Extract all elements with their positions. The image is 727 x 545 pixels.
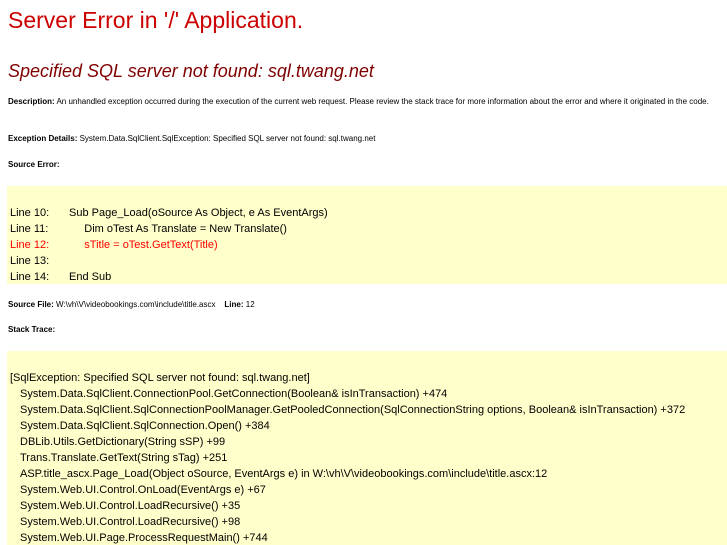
error-heading: Specified SQL server not found: sql.twan…: [8, 61, 374, 81]
line-label: Line:: [224, 300, 244, 309]
source-line: Line 13:: [10, 253, 69, 269]
stack-trace-box: [SqlException: Specified SQL server not …: [7, 351, 727, 545]
stack-trace-line: System.Data.SqlClient.ConnectionPool.Get…: [20, 388, 448, 400]
source-line: Line 10: Sub Page_Load(oSource As Object,…: [10, 205, 328, 221]
source-code-box: Line 10: Sub Page_Load(oSource As Object,…: [7, 186, 727, 284]
stack-trace-line: Trans.Translate.GetText(String sTag) +25…: [20, 452, 228, 464]
source-error-label: Source Error:: [8, 160, 60, 169]
source-line-number: Line 13:: [10, 255, 50, 267]
description-label: Description:: [8, 97, 55, 106]
stack-trace-section: Stack Trace:: [8, 324, 55, 336]
source-line-number: Line 10:: [10, 207, 50, 219]
source-line-error: Line 12: sTitle = oTest.GetText(Title): [10, 237, 218, 253]
source-line-number: Line 14:: [10, 271, 50, 283]
source-error-section: Source Error:: [8, 159, 60, 171]
stack-trace-line: System.Data.SqlClient.SqlConnection.Open…: [20, 420, 270, 432]
stack-trace-line: ASP.title_ascx.Page_Load(Object oSource,…: [20, 468, 548, 480]
line-number: 12: [243, 300, 255, 309]
stack-trace-line: System.Data.SqlClient.SqlConnectionPoolM…: [20, 404, 686, 416]
source-file-path: W:\vh\V\videobookings.com\include\title.…: [53, 300, 216, 309]
exception-details: Exception Details: System.Data.SqlClient…: [8, 133, 375, 145]
source-line-code: sTitle = oTest.GetText(Title): [69, 239, 218, 251]
stack-trace-label: Stack Trace:: [8, 325, 56, 334]
source-line-code: End Sub: [69, 271, 112, 283]
stack-trace-line: System.Web.UI.Control.LoadRecursive() +9…: [20, 516, 241, 528]
source-line-code: Sub Page_Load(oSource As Object, e As Ev…: [69, 207, 328, 219]
stack-trace-line: System.Web.UI.Page.ProcessRequestMain() …: [20, 532, 268, 544]
stack-trace-line: [SqlException: Specified SQL server not …: [10, 372, 310, 384]
description-text: An unhandled exception occurred during t…: [54, 97, 709, 106]
source-line-number: Line 12:: [10, 239, 50, 251]
source-line-code: Dim oTest As Translate = New Translate(): [69, 223, 287, 235]
source-line-number: Line 11:: [10, 223, 49, 235]
source-file-label: Source File:: [8, 300, 54, 309]
stack-trace-line: System.Web.UI.Control.OnLoad(EventArgs e…: [20, 484, 266, 496]
exception-text: System.Data.SqlClient.SqlException: Spec…: [77, 134, 376, 143]
source-line: Line 11: Dim oTest As Translate = New Tr…: [10, 221, 287, 237]
stack-trace-line: System.Web.UI.Control.LoadRecursive() +3…: [20, 500, 241, 512]
exception-label: Exception Details:: [8, 134, 78, 143]
page-title: Server Error in '/' Application.: [8, 7, 304, 33]
stack-trace-line: DBLib.Utils.GetDictionary(String sSP) +9…: [20, 436, 226, 448]
source-file-info: Source File: W:\vh\V\videobookings.com\i…: [8, 299, 255, 311]
description-paragraph: Description: An unhandled exception occu…: [8, 96, 720, 108]
source-line: Line 14: End Sub: [10, 269, 111, 284]
